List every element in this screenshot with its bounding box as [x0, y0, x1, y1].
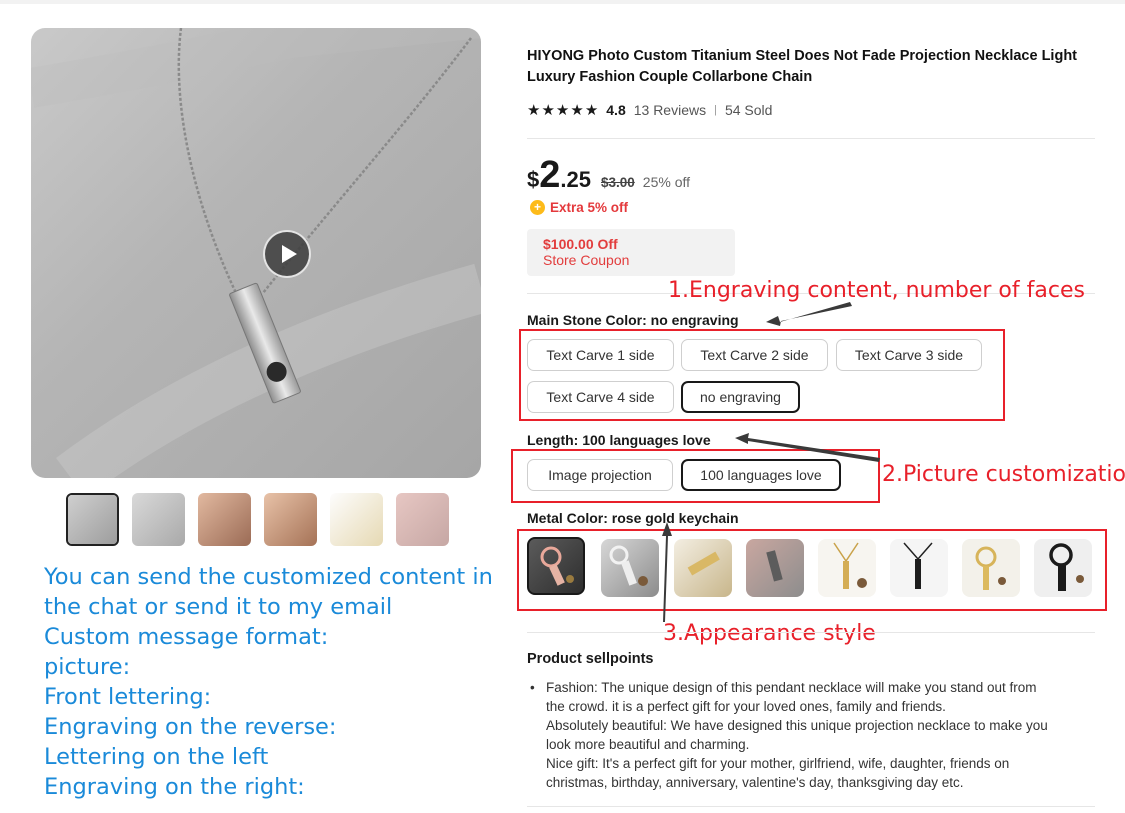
- sellpoint-line: Nice gift: It's a perfect gift for your …: [546, 756, 1010, 771]
- divider: [527, 806, 1095, 807]
- sellpoint-line: look more beautiful and charming.: [546, 737, 750, 752]
- sellpoints-list: • Fashion: The unique design of this pen…: [527, 678, 1102, 792]
- list-item: • Fashion: The unique design of this pen…: [527, 678, 1102, 792]
- sellpoint-line: Fashion: The unique design of this penda…: [546, 680, 1037, 695]
- sellpoint-line: christmas, birthday, anniversary, valent…: [546, 775, 964, 790]
- divider: [527, 632, 1095, 633]
- bullet-icon: •: [530, 680, 535, 695]
- sellpoint-line: Absolutely beautiful: We have designed t…: [546, 718, 1048, 733]
- sellpoints-title: Product sellpoints: [527, 651, 654, 667]
- sellpoint-line: the crowd. it is a perfect gift for your…: [546, 699, 946, 714]
